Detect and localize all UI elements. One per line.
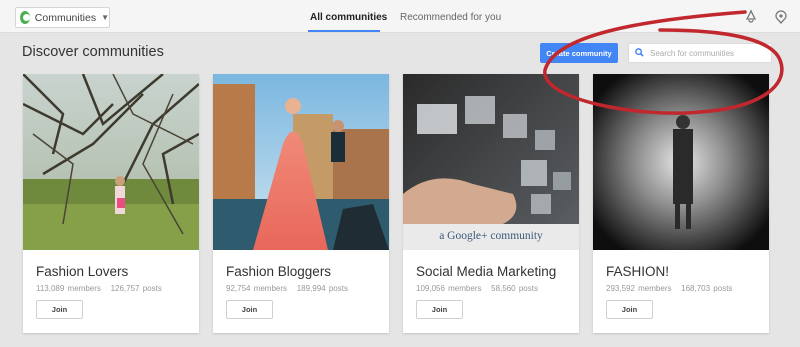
community-image[interactable]: a Google+ community (403, 74, 579, 250)
post-count: 189,994 posts (296, 284, 348, 293)
community-image[interactable] (593, 74, 769, 250)
search-box[interactable] (628, 43, 772, 63)
top-bar: Communities ▼ All communities Recommende… (0, 0, 800, 33)
dropdown-label: Communities (34, 11, 97, 24)
community-card[interactable]: Fashion Lovers 113,089 members 126,757 p… (23, 74, 199, 333)
join-button[interactable]: Join (36, 300, 83, 319)
chevron-down-icon: ▼ (101, 13, 109, 22)
share-icon[interactable] (773, 9, 789, 25)
post-count: 58,560 posts (491, 284, 538, 293)
create-community-button[interactable]: Create community (540, 43, 618, 63)
community-image[interactable] (213, 74, 389, 250)
tab-recommended[interactable]: Recommended for you (400, 12, 501, 23)
community-image[interactable] (23, 74, 199, 250)
post-count: 126,757 posts (110, 284, 162, 293)
community-name[interactable]: Fashion Lovers (36, 264, 128, 279)
communities-logo-icon (20, 11, 30, 24)
active-tab-indicator (308, 30, 380, 32)
join-button[interactable]: Join (416, 300, 463, 319)
community-stats: 92,754 members 189,994 posts (226, 284, 348, 293)
community-card[interactable]: Fashion Bloggers 92,754 members 189,994 … (213, 74, 389, 333)
tab-all-communities[interactable]: All communities (310, 12, 387, 23)
community-name[interactable]: Fashion Bloggers (226, 264, 331, 279)
community-name[interactable]: FASHION! (606, 264, 669, 279)
page-title: Discover communities (22, 44, 164, 60)
join-button[interactable]: Join (606, 300, 653, 319)
member-count: 92,754 members (226, 284, 288, 293)
member-count: 293,592 members (606, 284, 672, 293)
search-input[interactable] (650, 48, 770, 58)
communities-dropdown[interactable]: Communities ▼ (15, 7, 110, 28)
member-count: 113,089 members (36, 284, 101, 293)
community-card[interactable]: a Google+ community Social Media Marketi… (403, 74, 579, 333)
community-stats: 293,592 members 168,703 posts (606, 284, 732, 293)
member-count: 109,056 members (416, 284, 482, 293)
community-stats: 113,089 members 126,757 posts (36, 284, 162, 293)
community-name[interactable]: Social Media Marketing (416, 264, 556, 279)
google-plus-community-badge: a Google+ community (439, 230, 543, 242)
post-count: 168,703 posts (681, 284, 733, 293)
join-button[interactable]: Join (226, 300, 273, 319)
community-stats: 109,056 members 58,560 posts (416, 284, 538, 293)
notifications-icon[interactable] (743, 9, 759, 25)
search-icon (635, 47, 644, 59)
community-card[interactable]: FASHION! 293,592 members 168,703 posts J… (593, 74, 769, 333)
